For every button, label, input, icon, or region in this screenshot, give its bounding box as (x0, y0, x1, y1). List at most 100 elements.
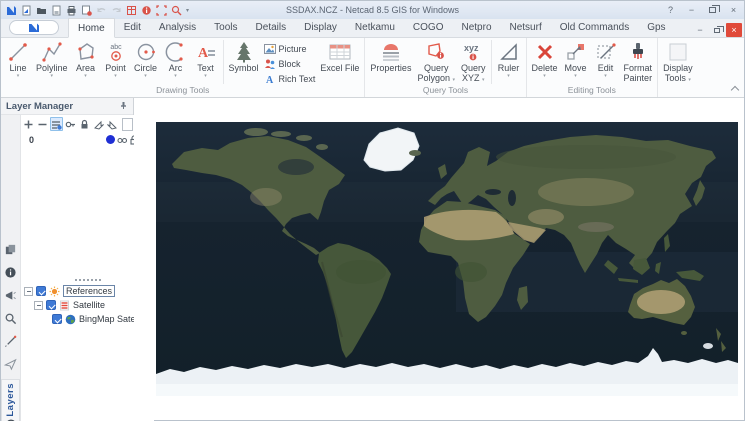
app-menu-button[interactable] (9, 20, 59, 35)
block-button[interactable]: Block (264, 57, 316, 70)
doc-minimize-button[interactable]: − (692, 23, 708, 37)
minimize-button[interactable]: − (681, 1, 702, 19)
collapse-box-icon[interactable] (24, 286, 33, 296)
svg-text:abc: abc (110, 44, 122, 51)
sketch-icon[interactable] (2, 332, 20, 350)
quick-access-toolbar: ▾ (1, 4, 189, 16)
restore-button[interactable] (702, 1, 723, 19)
references-checkbox[interactable] (36, 286, 46, 296)
arc-icon (165, 41, 187, 63)
panel-splitter-handle[interactable] (74, 279, 101, 281)
tab-details[interactable]: Details (247, 18, 296, 37)
close-button[interactable]: × (723, 1, 744, 19)
display-tools-button[interactable]: Display Tools ▾ (660, 39, 696, 83)
tab-edit[interactable]: Edit (115, 18, 150, 37)
edit-button[interactable]: Edit ▾ (591, 39, 621, 79)
add-layer-icon[interactable] (22, 117, 35, 131)
tab-display[interactable]: Display (295, 18, 346, 37)
ruler-button[interactable]: Ruler ▾ (494, 39, 524, 79)
tab-netsurf[interactable]: Netsurf (501, 18, 551, 37)
bingmap-checkbox[interactable] (52, 314, 62, 324)
tab-home[interactable]: Home (68, 18, 115, 38)
info-circle-icon[interactable] (2, 263, 20, 281)
symbol-button[interactable]: Symbol (226, 39, 262, 73)
lock-icon[interactable] (78, 117, 91, 131)
zoom-region-icon[interactable] (170, 4, 182, 16)
picture-icon (263, 43, 276, 54)
excel-file-button[interactable]: Excel File (317, 39, 362, 73)
undo-icon[interactable] (95, 4, 107, 16)
rich-text-icon: A (266, 75, 274, 85)
rich-text-button[interactable]: A Rich Text (264, 72, 316, 85)
line-icon (7, 41, 29, 63)
collapse-box-icon[interactable] (34, 300, 43, 310)
map-document-area (134, 98, 744, 420)
circle-icon (135, 41, 157, 63)
picture-button[interactable]: Picture (263, 42, 316, 55)
layers-side-tab[interactable]: Layers (1, 379, 20, 421)
qat-dropdown-icon[interactable]: ▾ (185, 7, 189, 14)
new-file-icon[interactable] (20, 4, 32, 16)
doc-restore-button[interactable] (709, 23, 725, 37)
point-button[interactable]: abc Point ▾ (101, 39, 131, 79)
doc-close-button[interactable]: × (726, 23, 742, 37)
format-painter-icon (627, 41, 649, 63)
properties-button[interactable]: Properties (367, 39, 414, 73)
glasses-icon[interactable] (117, 135, 128, 145)
select-up-icon[interactable] (92, 117, 105, 131)
format-painter-button[interactable]: Format Painter (621, 39, 656, 83)
table-icon[interactable] (125, 4, 137, 16)
redo-icon[interactable] (110, 4, 122, 16)
satellite-checkbox[interactable] (46, 300, 56, 310)
megaphone-icon[interactable] (2, 286, 20, 304)
print-icon[interactable] (65, 4, 77, 16)
key-icon[interactable] (64, 117, 77, 131)
tree-label[interactable]: References (63, 285, 116, 297)
save-all-icon[interactable] (80, 4, 92, 16)
polyline-button[interactable]: Polyline ▾ (33, 39, 71, 79)
send-icon[interactable] (2, 355, 20, 373)
area-button[interactable]: Area ▾ (71, 39, 101, 79)
main-area: Layer Manager Layers 0 References Satell… (1, 97, 744, 421)
tab-gps[interactable]: Gps (638, 18, 674, 37)
info-icon[interactable] (140, 4, 152, 16)
ribbon-tabs: Home Edit Analysis Tools Details Display… (68, 18, 675, 38)
query-xyz-button[interactable]: xyz Query XYZ ▾ (458, 39, 489, 83)
layer-manager-title: Layer Manager (6, 100, 74, 112)
window-controls: ? − × (660, 1, 744, 19)
query-polygon-button[interactable]: Query Polygon ▾ (414, 39, 458, 83)
svg-text:A: A (198, 46, 209, 61)
open-folder-icon[interactable] (35, 4, 47, 16)
tab-netkamu[interactable]: Netkamu (346, 18, 404, 37)
blank-box[interactable] (122, 117, 133, 131)
netcad-logo-icon[interactable] (5, 4, 17, 16)
move-button[interactable]: Move ▾ (561, 39, 591, 79)
select-region-icon[interactable] (155, 4, 167, 16)
restore-icon (709, 5, 720, 13)
remove-layer-icon[interactable] (36, 117, 49, 131)
tab-tools[interactable]: Tools (205, 18, 246, 37)
tab-netpro[interactable]: Netpro (452, 18, 500, 37)
line-button[interactable]: Line ▾ (3, 39, 33, 79)
world-map-canvas[interactable] (156, 122, 738, 396)
search-icon[interactable] (2, 309, 20, 327)
tab-analysis[interactable]: Analysis (150, 18, 205, 37)
delete-button[interactable]: Delete ▾ (529, 39, 561, 79)
tab-cogo[interactable]: COGO (404, 18, 453, 37)
text-button[interactable]: A Text ▾ (191, 39, 221, 79)
tab-old-commands[interactable]: Old Commands (551, 18, 638, 37)
circle-button[interactable]: Circle ▾ (131, 39, 161, 79)
pin-icon[interactable] (119, 97, 128, 115)
group-display-tools: Display Tools ▾ (658, 38, 698, 97)
svg-text:A: A (266, 75, 274, 85)
copy-pages-icon[interactable] (2, 240, 20, 258)
collapse-ribbon-chevron-icon[interactable] (730, 85, 740, 95)
select-down-icon[interactable] (106, 117, 119, 131)
tree-label[interactable]: Satellite (73, 300, 105, 310)
arc-button[interactable]: Arc ▾ (161, 39, 191, 79)
help-button[interactable]: ? (660, 1, 681, 19)
layer-list-icon[interactable] (50, 117, 63, 131)
save-icon[interactable] (50, 4, 62, 16)
query-xyz-icon: xyz (462, 41, 484, 63)
layer-color-dot[interactable] (106, 135, 116, 144)
